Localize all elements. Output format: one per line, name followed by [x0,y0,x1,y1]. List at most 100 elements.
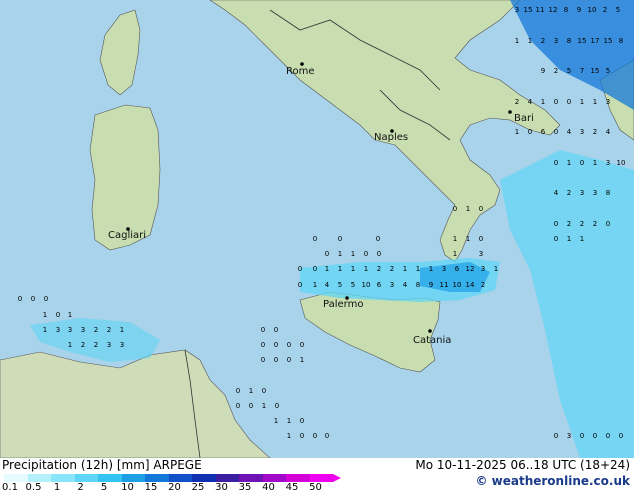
scale-tick-label: 0.5 [25,482,42,493]
grid-value: 3 [567,432,571,440]
grid-value: 15 [604,37,613,45]
grid-value: 1 [120,326,124,334]
grid-value: 4 [606,128,611,136]
credit-link[interactable]: © weatheronline.co.uk [475,474,630,488]
grid-value: 1 [593,98,597,106]
sardinia-land [89,104,161,251]
grid-value: 1 [364,265,368,273]
grid-value: 10 [453,281,462,289]
scale-tick-label: 25 [191,482,205,493]
grid-value: 3 [120,341,124,349]
grid-value: 0 [580,159,584,167]
grid-value: 0 [313,265,317,273]
grid-value: 1 [351,265,355,273]
grid-value: 1 [300,356,304,364]
color-scale-labels: 0.1 0.5 1 2 5 10 15 20 25 30 35 40 45 50 [0,482,330,493]
grid-value: 0 [554,220,558,228]
grid-value: 8 [567,37,571,45]
scale-tick-label: 30 [215,482,228,493]
grid-value: 3 [390,281,394,289]
grid-value: 0 [554,235,558,243]
grid-value: 2 [567,220,571,228]
grid-value: 0 [554,128,558,136]
grid-value: 6 [377,281,382,289]
grid-value: 12 [466,265,475,273]
grid-value: 17 [591,37,600,45]
grid-value: 1 [43,311,47,319]
grid-value: 0 [376,235,380,243]
scale-swatch [309,474,333,482]
scale-swatch [121,474,145,482]
grid-value: 10 [588,6,597,14]
grid-value: 0 [606,432,610,440]
scale-tick-label: 10 [121,482,134,493]
grid-value: 4 [528,98,533,106]
grid-value: 4 [403,281,408,289]
city-label-palermo: Palermo [323,299,364,310]
grid-value: 3 [81,326,85,334]
grid-value: 3 [481,265,485,273]
grid-value: 11 [536,6,545,14]
grid-value: 14 [466,281,475,289]
grid-value: 1 [403,265,407,273]
grid-value: 3 [107,341,111,349]
grid-value: 8 [416,281,420,289]
grid-value: 1 [429,265,433,273]
city-dot-bari [508,110,512,114]
grid-value: 0 [44,295,48,303]
grid-value: 9 [577,6,581,14]
grid-value: 0 [287,356,291,364]
grid-value: 1 [494,265,498,273]
grid-value: 4 [325,281,330,289]
grid-value: 2 [481,281,485,289]
grid-value: 0 [606,220,610,228]
grid-value: 0 [300,417,304,425]
grid-value: 8 [619,37,623,45]
scale-swatch [51,474,75,482]
grid-value: 1 [68,311,72,319]
scale-swatch [27,474,51,482]
grid-value: 3 [593,189,597,197]
scale-tick-label: 35 [238,482,252,493]
grid-value: 8 [564,6,568,14]
grid-value: 3 [554,37,558,45]
scale-tick-label: 45 [285,482,299,493]
grid-value: 1 [580,98,584,106]
grid-value: 0 [274,341,278,349]
grid-value: 0 [261,356,265,364]
scale-tick-label: 0.1 [2,482,18,493]
grid-value: 0 [377,250,381,258]
grid-value: 1 [593,159,597,167]
grid-value: 3 [515,6,519,14]
grid-value: 0 [554,432,558,440]
scale-swatch [262,474,286,482]
grid-value: 2 [554,67,558,75]
grid-value: 4 [567,128,572,136]
grid-value: 0 [567,98,571,106]
grid-value: 2 [81,341,85,349]
scale-tick-label: 50 [309,482,322,493]
grid-value: 0 [249,402,253,410]
grid-value: 0 [300,341,304,349]
grid-value: 1 [262,402,266,410]
scale-arrow [333,474,341,482]
grid-value: 0 [18,295,22,303]
grid-value: 2 [94,341,98,349]
grid-value: 1 [351,250,355,258]
grid-value: 0 [453,205,457,213]
grid-value: 5 [606,67,610,75]
grid-value: 0 [593,432,597,440]
grid-value: 3 [580,128,584,136]
grid-value: 0 [313,432,317,440]
grid-value: 4 [554,189,559,197]
grid-value: 1 [287,432,291,440]
grid-value: 2 [567,189,571,197]
valid-time: Mo 10-11-2025 06..18 UTC (18+24) [415,458,630,472]
scale-tick-label: 40 [262,482,275,493]
grid-value: 15 [591,67,600,75]
grid-value: 1 [567,235,571,243]
grid-value: 9 [429,281,433,289]
city-label-naples: Naples [374,132,409,143]
grid-value: 1 [515,37,519,45]
grid-value: 0 [528,128,532,136]
